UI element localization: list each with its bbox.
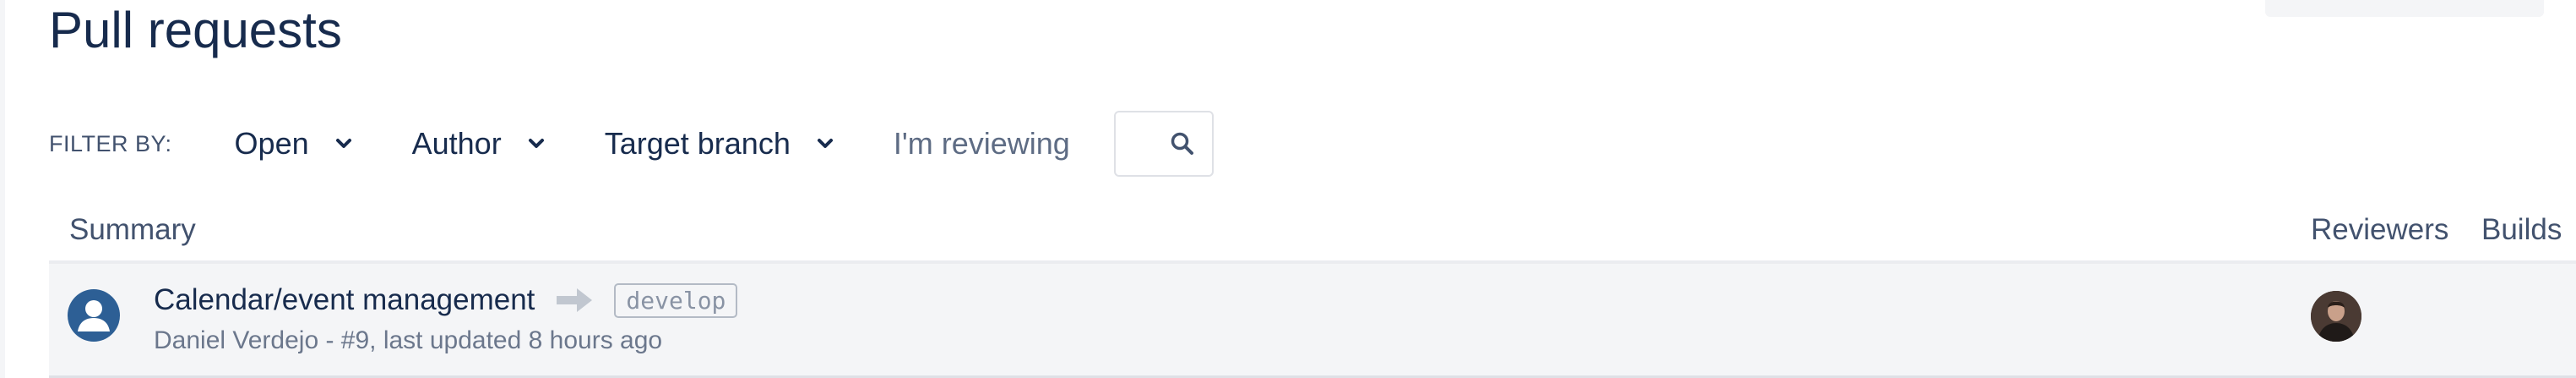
target-branch-lozenge: develop	[614, 282, 738, 318]
state-filter-label: Open	[234, 126, 309, 161]
page-title: Pull requests	[49, 2, 342, 58]
reviewer-photo-icon	[2311, 291, 2361, 342]
user-avatar-icon[interactable]	[68, 289, 120, 342]
pr-meta: Daniel Verdejo - #9, last updated 8 hour…	[154, 326, 663, 354]
table-header: Summary Reviewers Builds	[49, 206, 2576, 264]
author-filter-dropdown[interactable]: Author	[412, 126, 546, 162]
arrow-right-icon	[557, 288, 593, 312]
pr-title-line: Calendar/event management develop	[154, 281, 738, 320]
search-input[interactable]	[1113, 111, 1214, 177]
column-summary[interactable]: Summary	[69, 213, 196, 247]
chevron-down-icon	[335, 139, 351, 148]
chevron-down-icon	[528, 139, 544, 148]
table-row[interactable]: Calendar/event management develop Daniel…	[49, 264, 2576, 378]
im-reviewing-filter[interactable]: I'm reviewing	[894, 126, 1070, 162]
state-filter-dropdown[interactable]: Open	[235, 126, 353, 162]
search-icon	[1171, 132, 1193, 155]
filter-bar: FILTER BY: Open Author Target branch I'm…	[49, 110, 1214, 178]
user-silhouette-icon	[78, 300, 110, 331]
target-branch-filter-dropdown[interactable]: Target branch	[605, 126, 834, 162]
filter-by-label: FILTER BY:	[49, 130, 172, 156]
pr-title-link[interactable]: Calendar/event management	[154, 283, 535, 317]
author-filter-label: Author	[411, 126, 502, 161]
reviewer-avatar[interactable]	[2311, 291, 2361, 342]
pull-requests-page: Pull requests FILTER BY: Open Author Tar…	[0, 0, 2576, 378]
target-branch-filter-label: Target branch	[604, 126, 791, 161]
column-builds[interactable]: Builds	[2481, 213, 2562, 247]
column-reviewers[interactable]: Reviewers	[2311, 213, 2448, 247]
header-action-stub[interactable]	[2265, 0, 2544, 17]
chevron-down-icon	[817, 139, 833, 148]
